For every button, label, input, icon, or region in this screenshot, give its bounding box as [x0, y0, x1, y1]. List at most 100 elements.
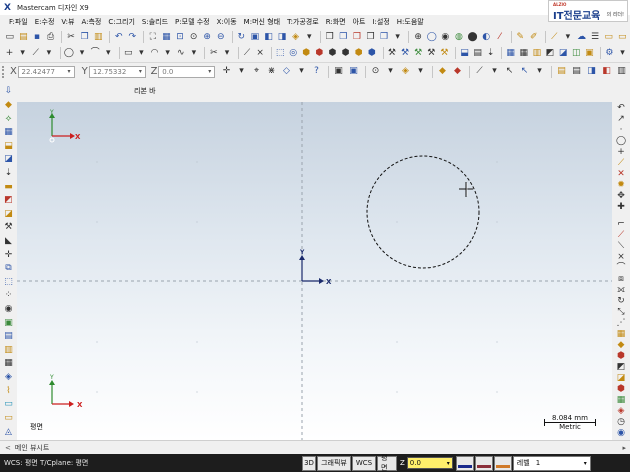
arc-dropdown-icon[interactable]: ▾	[162, 47, 173, 60]
menu-art[interactable]: 아트	[353, 17, 366, 27]
y-coord-field[interactable]: 12.75332 ▾	[88, 65, 146, 78]
layer-tool-icon[interactable]: ▦	[615, 330, 627, 339]
trim-dropdown-icon[interactable]: ▾	[221, 47, 232, 60]
system-color-button[interactable]	[455, 455, 474, 471]
gear-tool-icon[interactable]: ✹	[615, 181, 627, 190]
snap-dd2-icon[interactable]: ▾	[295, 65, 308, 78]
mirror-icon[interactable]: ⟗	[615, 286, 627, 295]
toolbar-grip[interactable]	[2, 65, 5, 78]
clock-icon[interactable]: ◷	[615, 418, 627, 427]
rectangle-icon[interactable]: ▭	[123, 47, 134, 60]
repaint-icon[interactable]: ▦	[161, 31, 173, 44]
tab-main-viewsheet[interactable]: 메인 뷰시트	[15, 443, 49, 453]
level2-icon[interactable]: ▦	[3, 358, 15, 370]
point-color-button[interactable]	[493, 455, 512, 471]
simulate-icon[interactable]: ▣	[3, 317, 15, 329]
settings-dropdown-icon[interactable]: ▾	[617, 47, 628, 60]
shade-icon[interactable]: ◉	[440, 31, 452, 44]
pocket-tp-icon[interactable]: ◪	[3, 154, 15, 166]
layer4-icon[interactable]: ◧	[600, 65, 613, 78]
cube4-icon[interactable]: ❒	[365, 31, 377, 44]
cube2-icon[interactable]: ❒	[338, 31, 350, 44]
toolpath-manager-icon[interactable]: ⇩	[3, 86, 15, 98]
pencil-icon[interactable]: ✎	[514, 31, 526, 44]
solid-icon[interactable]: ⬢	[301, 47, 312, 60]
rotate-tool-icon[interactable]: ↻	[615, 297, 627, 306]
layer2-icon[interactable]: ▤	[570, 65, 583, 78]
plane-icon[interactable]: ◈	[399, 65, 412, 78]
open-file-icon[interactable]: ▤	[18, 31, 30, 44]
solid5-icon[interactable]: ⬢	[353, 47, 364, 60]
target-icon[interactable]: ⊙	[369, 65, 382, 78]
menu-edit[interactable]: E:수정	[35, 17, 55, 27]
facing-tp-icon[interactable]: ▬	[3, 181, 15, 193]
menu-solids[interactable]: S:솔리드	[142, 17, 168, 27]
spline-dropdown-icon[interactable]: ▾	[188, 47, 199, 60]
sheet3-icon[interactable]: ◬	[3, 426, 15, 438]
drill-icon[interactable]: ⇣	[485, 47, 496, 60]
solid3-icon[interactable]: ⬢	[327, 47, 338, 60]
new-file-icon[interactable]: ▭	[4, 31, 16, 44]
menu-screen[interactable]: R:화면	[326, 17, 346, 27]
surface-rough-icon[interactable]: ◩	[3, 195, 15, 207]
line-dropdown-icon[interactable]: ▾	[43, 47, 54, 60]
chain-icon[interactable]: ⧉	[3, 263, 15, 275]
post-icon[interactable]: ▤	[3, 331, 15, 343]
scale-icon[interactable]: ⤡	[615, 308, 627, 317]
corner-icon[interactable]: ⌐	[615, 220, 627, 229]
cplane-icon[interactable]: ▣	[332, 65, 345, 78]
snap2-icon[interactable]: ◇	[280, 65, 293, 78]
zoom-out-icon[interactable]: ⊖	[215, 31, 227, 44]
mill4-icon[interactable]: ⚒	[426, 47, 437, 60]
blade-icon[interactable]: ◣	[3, 236, 15, 248]
save-icon[interactable]: ▪	[31, 31, 43, 44]
attrib-icon[interactable]: ◆	[436, 65, 449, 78]
print-icon[interactable]: ⎙	[45, 31, 57, 44]
solid4-icon[interactable]: ⬢	[340, 47, 351, 60]
paste-icon[interactable]: ▥	[92, 31, 104, 44]
surface3-icon[interactable]: ◪	[558, 47, 569, 60]
solid-tool3-icon[interactable]: ⬢	[615, 385, 627, 394]
solid-tool2-icon[interactable]: ◪	[615, 374, 627, 383]
pocket-icon[interactable]: ▤	[472, 47, 483, 60]
zoom-target-icon[interactable]: ⊙	[188, 31, 200, 44]
cube3-icon[interactable]: ❒	[351, 31, 363, 44]
level-manager-icon[interactable]: ▦	[3, 127, 15, 139]
menu-create[interactable]: C:그리기	[108, 17, 135, 27]
verify-icon[interactable]: ◉	[3, 304, 15, 316]
break-tool-icon[interactable]: ⨯	[615, 253, 627, 262]
cube5-icon[interactable]: ❒	[378, 31, 390, 44]
linestyle-icon[interactable]: ⟋	[473, 65, 486, 78]
layer5-icon[interactable]: ▥	[615, 65, 628, 78]
rectangle-dropdown-icon[interactable]: ▾	[136, 47, 147, 60]
sheet-tool-icon[interactable]: ▦	[615, 396, 627, 405]
solid-extrude-icon[interactable]: ⬚	[275, 47, 286, 60]
menu-view[interactable]: V:뷰	[61, 17, 74, 27]
wire-icon[interactable]: ⌇	[3, 385, 15, 397]
linestyle-dropdown-icon[interactable]: ▾	[488, 65, 501, 78]
trim-icon[interactable]: ✂	[208, 47, 219, 60]
table-icon[interactable]: ▦	[518, 47, 529, 60]
view-top-icon[interactable]: ▣	[249, 31, 261, 44]
trim-tool-icon[interactable]: ⟋	[615, 231, 627, 240]
orb-icon[interactable]: ◉	[615, 429, 627, 438]
zoom-in-icon[interactable]: ⊕	[201, 31, 213, 44]
wand-icon[interactable]: ⟋	[549, 31, 561, 44]
cube-dropdown-icon[interactable]: ▾	[392, 31, 404, 44]
rotate-icon[interactable]: ↻	[235, 31, 247, 44]
contour-icon[interactable]: ⬓	[459, 47, 470, 60]
cross-tool-icon[interactable]: ✕	[615, 170, 627, 179]
wcs-button[interactable]: WCS	[352, 455, 376, 471]
menu-file[interactable]: F:파일	[9, 17, 28, 27]
folder2-icon[interactable]: ▭	[616, 31, 628, 44]
globe-icon[interactable]: ⊕	[412, 31, 424, 44]
surface2-icon[interactable]: ◩	[545, 47, 556, 60]
circle-dropdown-icon[interactable]: ▾	[76, 47, 87, 60]
graphics-viewport[interactable]: X Y X Y X Y 평면 8.084 mm Metric	[17, 102, 612, 440]
chamfer-icon[interactable]: ⟋	[241, 47, 252, 60]
line-color-button[interactable]	[474, 455, 493, 471]
auto-cursor-icon[interactable]: ⌖	[250, 65, 263, 78]
array-icon[interactable]: ⋰	[615, 319, 627, 328]
surface-tool-icon[interactable]: ◩	[615, 363, 627, 372]
mill-icon[interactable]: ⚒	[386, 47, 397, 60]
